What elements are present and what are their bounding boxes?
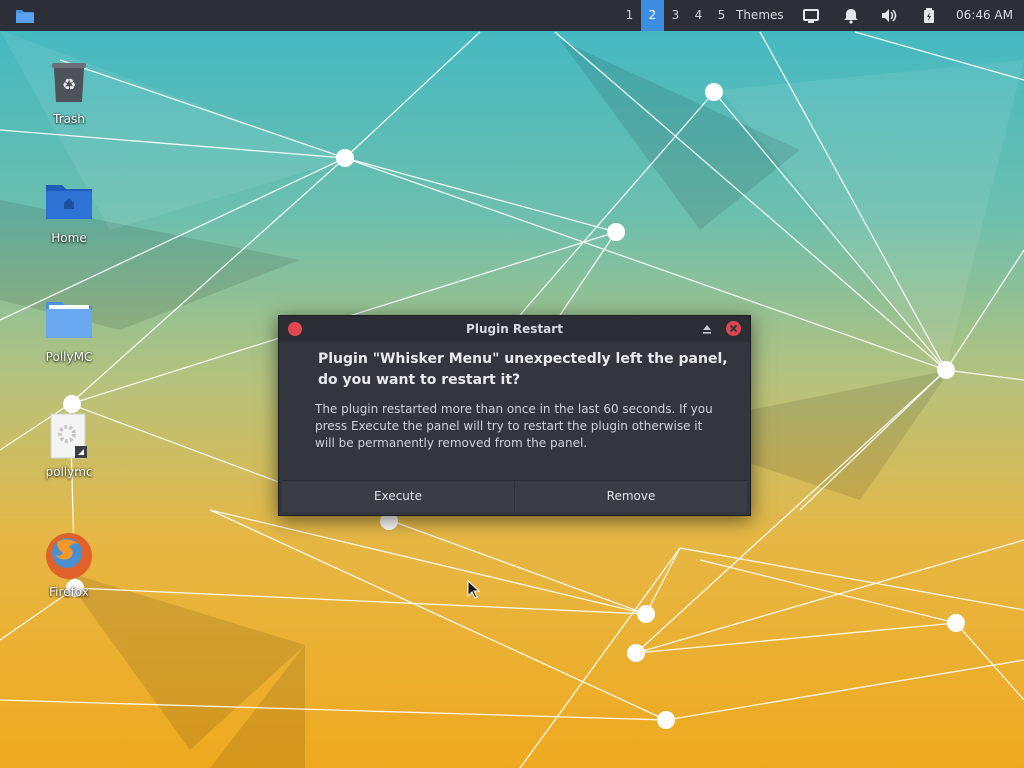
desktop-icon-label: Trash [53,112,85,126]
workspace-5[interactable]: 5 [710,0,733,31]
desktop-icon-pollymc-file[interactable]: pollymc [24,410,114,479]
desktop-icon-home[interactable]: Home [24,176,114,245]
workspace-4[interactable]: 4 [687,0,710,31]
plugin-restart-dialog: Plugin Restart Plugin "Whisker Menu" une… [278,315,751,516]
dialog-title: Plugin Restart [466,322,563,336]
desktop-icon-label: Firefox [49,585,89,599]
svg-text:♻: ♻ [62,75,76,94]
file-icon [50,413,87,459]
mouse-cursor-icon [467,580,481,599]
dialog-titlebar[interactable]: Plugin Restart [279,316,750,342]
volume-icon[interactable] [880,7,898,24]
trash-icon: ♻ [52,63,86,102]
desktop-icon-label: PollyMC [45,350,93,364]
remove-button[interactable]: Remove [514,481,747,512]
themes-launcher[interactable]: Themes [736,0,784,31]
desktop-icon-label: pollymc [45,465,93,479]
whisker-menu-folder-icon[interactable] [14,6,36,25]
workspace-3[interactable]: 3 [664,0,687,31]
notification-bell-icon[interactable] [842,7,860,24]
dialog-headline: Plugin "Whisker Menu" unexpectedly left … [318,351,728,388]
shade-icon[interactable] [700,322,714,336]
desktop-icon-label: Home [51,231,87,245]
desktop-icon-firefox[interactable]: Firefox [24,530,114,599]
battery-icon[interactable] [920,7,938,24]
desktop-icon-pollymc-folder[interactable]: PollyMC [24,295,114,364]
clock[interactable]: 06:46 AM [956,0,1013,31]
close-icon[interactable] [726,321,741,336]
workspace-2[interactable]: 2 [641,0,664,31]
workspace-1[interactable]: 1 [618,0,641,31]
execute-button[interactable]: Execute [282,481,514,512]
top-panel: 1 2 3 4 5 Themes 06:46 AM [0,0,1024,31]
desktop-icon-trash[interactable]: ♻ Trash [24,57,114,126]
dialog-button-bar: Execute Remove [282,480,747,512]
firefox-icon [46,533,92,579]
display-icon[interactable] [802,7,820,24]
dialog-body-text: The plugin restarted more than once in t… [315,402,713,450]
home-folder-icon [46,185,92,219]
folder-icon [46,302,92,338]
